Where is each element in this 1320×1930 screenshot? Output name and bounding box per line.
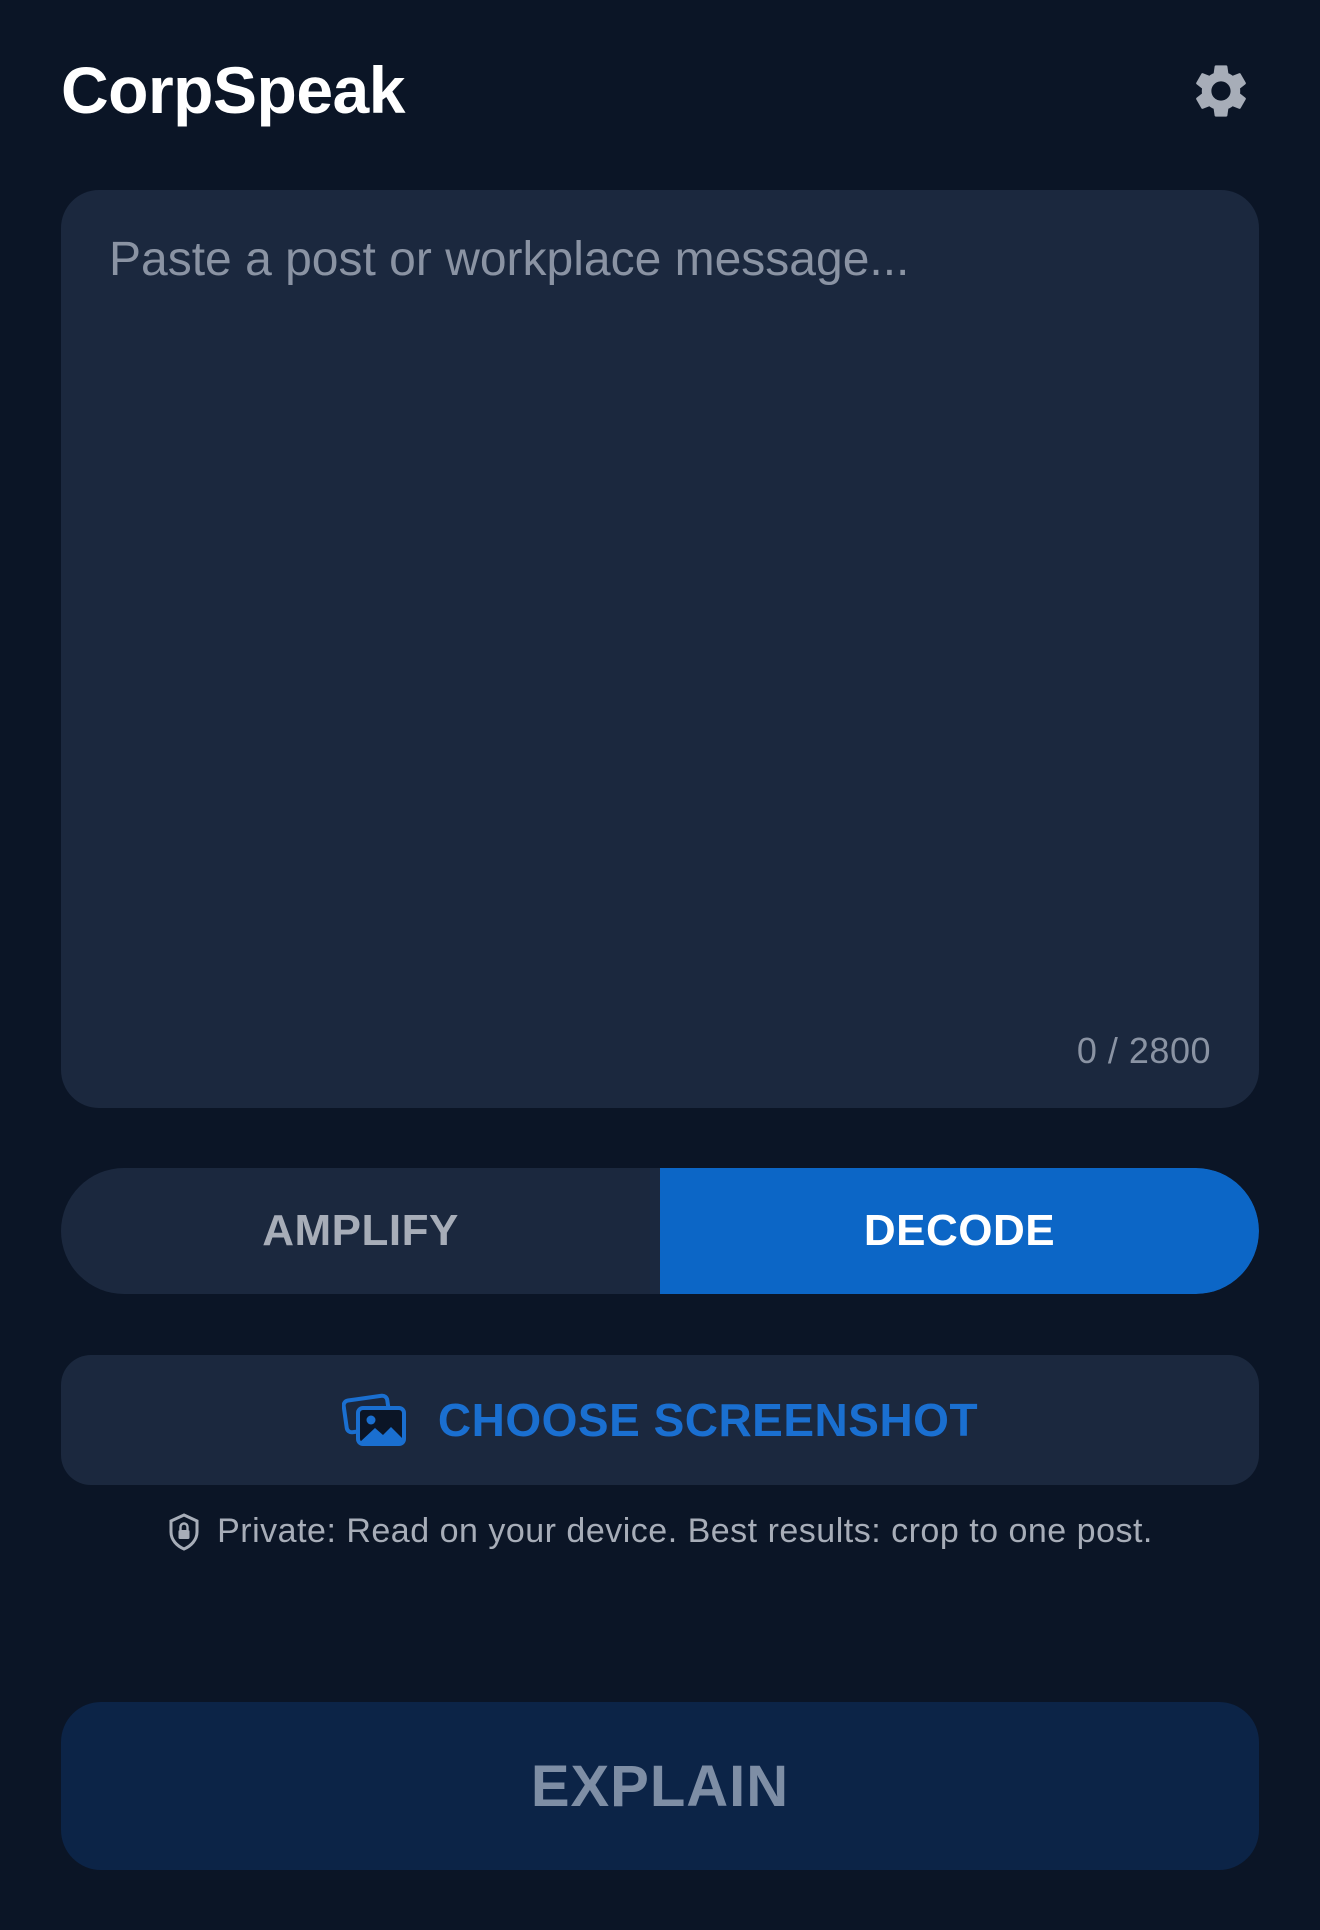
character-counter: 0 / 2800 — [1076, 1030, 1211, 1071]
settings-button[interactable] — [1188, 58, 1254, 124]
message-input[interactable] — [109, 230, 1209, 990]
privacy-note-text: Private: Read on your device. Best resul… — [217, 1512, 1153, 1550]
app-title: CorpSpeak — [61, 53, 405, 127]
mode-toggle: AMPLIFY DECODE — [61, 1168, 1259, 1294]
message-editor: 0 / 2800 — [61, 190, 1259, 1108]
mode-decode-option[interactable]: DECODE — [660, 1168, 1259, 1294]
mode-amplify-option[interactable]: AMPLIFY — [61, 1168, 660, 1294]
shield-lock-icon — [167, 1512, 201, 1551]
photos-icon — [341, 1392, 408, 1448]
choose-screenshot-label: CHOOSE SCREENSHOT — [437, 1394, 979, 1446]
privacy-note: Private: Read on your device. Best resul… — [0, 1512, 1320, 1551]
explain-button[interactable]: EXPLAIN — [61, 1702, 1259, 1870]
gear-icon — [1196, 65, 1246, 117]
choose-screenshot-button[interactable]: CHOOSE SCREENSHOT — [61, 1355, 1259, 1485]
